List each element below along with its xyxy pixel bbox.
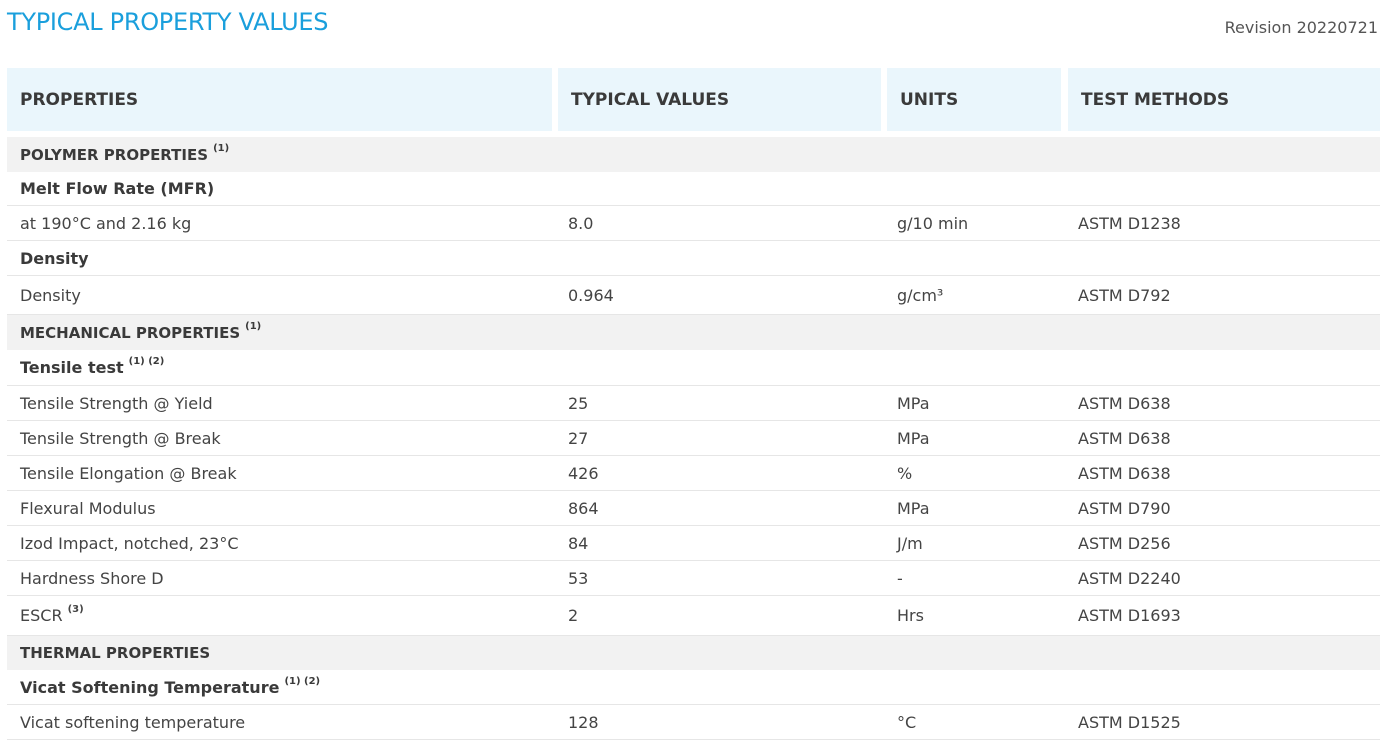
value-cell: 8.0 [568,213,594,233]
property-cell: Tensile test (1) (2) [20,350,164,385]
group-row: Tensile test (1) (2) [7,350,1380,386]
property-label: Melt Flow Rate (MFR) [20,179,215,198]
value-cell: 2 [568,606,579,625]
section-row: THERMAL PROPERTIES [7,636,1380,670]
header-units: UNITS [887,68,1061,131]
section-row: MECHANICAL PROPERTIES (1) [7,315,1380,350]
property-cell: Tensile Strength @ Break [20,421,221,455]
property-label: Density [20,285,81,305]
property-cell: at 190°C and 2.16 kg [20,206,191,240]
test-method-cell: ASTM D1693 [1078,606,1181,625]
property-cell: Vicat softening temperature [20,705,245,739]
property-cell: Tensile Elongation @ Break [20,456,237,490]
page-title: TYPICAL PROPERTY VALUES [7,8,329,36]
table-header: PROPERTIES TYPICAL VALUES UNITS TEST MET… [7,68,1380,131]
unit-cell: MPa [897,498,930,518]
value-cell: 0.964 [568,285,614,305]
property-label: Vicat Softening Temperature [20,677,280,697]
property-cell: Melt Flow Rate (MFR) [20,172,214,205]
header-properties: PROPERTIES [7,68,552,131]
unit-cell: g/cm³ [897,285,944,305]
table-row: Hardness Shore D 53 - ASTM D2240 [7,561,1380,596]
property-cell: Izod Impact, notched, 23°C [20,526,239,560]
group-row: Melt Flow Rate (MFR) [7,172,1380,206]
unit-cell: MPa [897,428,930,448]
property-label: POLYMER PROPERTIES [20,145,209,164]
test-method-cell: ASTM D790 [1078,498,1171,518]
property-cell: POLYMER PROPERTIES (1) [20,137,229,172]
unit-cell: °C [897,712,917,732]
property-label: THERMAL PROPERTIES [20,644,211,662]
property-label: Tensile Strength @ Yield [20,393,213,413]
table-row: Tensile Elongation @ Break 426% ASTM D638 [7,456,1380,491]
section-row: POLYMER PROPERTIES (1) [7,137,1380,172]
test-method-cell: ASTM D792 [1078,285,1171,305]
unit-cell: J/m [897,533,923,553]
group-row: Vicat Softening Temperature (1) (2) [7,670,1380,705]
revision-label: Revision 20220721 [1224,18,1378,37]
group-row: Density [7,241,1380,276]
property-label: MECHANICAL PROPERTIES [20,323,241,342]
property-label: Tensile Strength @ Break [20,428,221,448]
test-method-cell: ASTM D638 [1078,393,1171,413]
value-cell: 53 [568,568,589,588]
property-cell: Vicat Softening Temperature (1) (2) [20,670,320,704]
property-cell: THERMAL PROPERTIES [20,636,210,670]
property-cell: Hardness Shore D [20,561,164,595]
property-cell: Density [20,276,81,314]
value-cell: 864 [568,498,599,518]
test-method-cell: ASTM D256 [1078,533,1171,553]
test-method-cell: ASTM D2240 [1078,568,1181,588]
table-row: Vicat softening temperature 128 °C ASTM D15… [7,705,1380,740]
unit-cell: - [897,568,903,588]
property-cell: Tensile Strength @ Yield [20,386,213,420]
value-cell: 25 [568,393,589,413]
table-row: Tensile Strength @ Yield 25 MPa ASTM D638 [7,386,1380,421]
property-label: Tensile test [20,358,124,377]
footnote-marker: (1) [213,143,230,154]
table-row: ESCR (3) 2 Hrs ASTM D1693 [7,596,1380,636]
test-method-cell: ASTM D1525 [1078,712,1181,732]
test-method-cell: ASTM D638 [1078,428,1171,448]
property-cell: MECHANICAL PROPERTIES (1) [20,315,261,350]
table-row: at 190°C and 2.16 kg 8.0 g/10 min ASTM D123… [7,206,1380,241]
table-row: Density 0.964 g/cm³ ASTM D792 [7,276,1380,315]
property-label: at 190°C and 2.16 kg [20,213,192,233]
property-label: Hardness Shore D [20,568,164,588]
value-cell: 27 [568,428,589,448]
table-row: Tensile Strength @ Break 27 MPa ASTM D638 [7,421,1380,456]
property-label: Flexural Modulus [20,498,156,518]
property-label: ESCR [20,606,63,625]
test-method-cell: ASTM D1238 [1078,213,1181,233]
test-method-cell: ASTM D638 [1078,463,1171,483]
footnote-marker: (1) (2) [128,356,165,367]
property-label: Density [20,248,89,268]
property-cell: ESCR (3) [20,596,84,635]
property-label: Izod Impact, notched, 23°C [20,533,239,553]
property-label: Tensile Elongation @ Break [20,463,237,483]
unit-cell: Hrs [897,606,924,625]
unit-cell: g/10 min [897,213,969,233]
property-label: Vicat softening temperature [20,712,246,732]
footnote-marker: (3) [67,604,84,615]
property-cell: Density [20,241,89,275]
footnote-marker: (1) (2) [284,675,321,687]
header-typical-values: TYPICAL VALUES [558,68,881,131]
table-row: Izod Impact, notched, 23°C 84 J/m ASTM D256 [7,526,1380,561]
value-cell: 426 [568,463,599,483]
footnote-marker: (1) [245,321,262,332]
value-cell: 84 [568,533,589,553]
value-cell: 128 [568,712,599,732]
table-row: Flexural Modulus 864 MPa ASTM D790 [7,491,1380,526]
unit-cell: % [897,463,913,483]
unit-cell: MPa [897,393,930,413]
header-test-methods: TEST METHODS [1068,68,1380,131]
property-cell: Flexural Modulus [20,491,156,525]
